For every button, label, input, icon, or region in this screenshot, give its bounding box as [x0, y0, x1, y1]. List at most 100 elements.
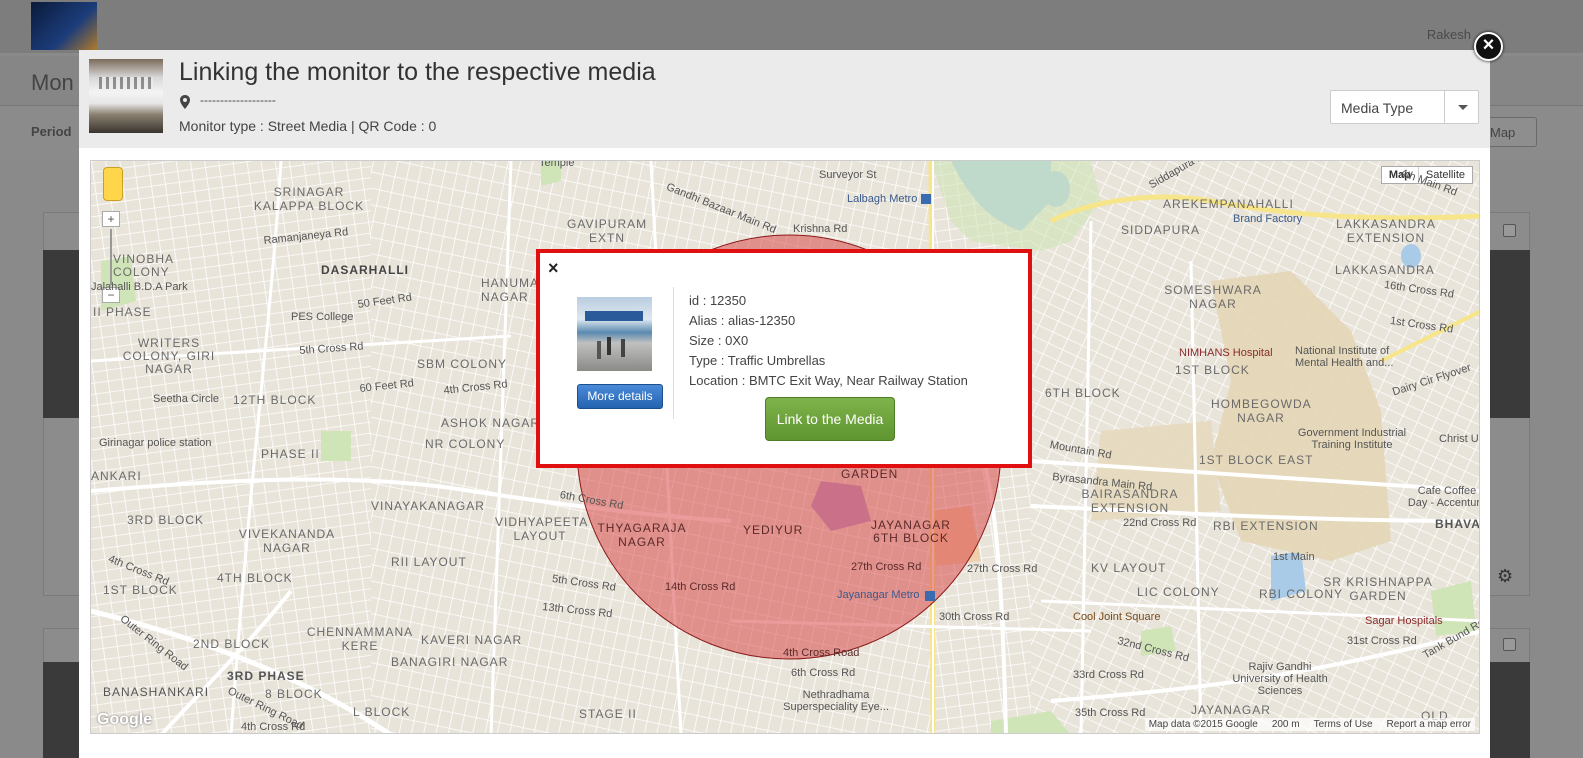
media-type-select[interactable]: Media Type [1330, 90, 1479, 124]
media-type: Type : Traffic Umbrellas [689, 353, 826, 368]
map-area-label: LAKKASANDRA EXTENSION [1336, 217, 1436, 245]
map-area-label: HOMBEGOWDA NAGAR [1211, 397, 1312, 425]
map-road-label: 1st Main [1273, 551, 1315, 563]
page-title: Mon [31, 70, 74, 95]
more-details-button[interactable]: More details [577, 384, 663, 409]
map-poi-label: Girinagar police station [99, 437, 212, 449]
map-area-label: KAVERI NAGAR [421, 633, 523, 647]
link-to-media-button[interactable]: Link to the Media [765, 397, 895, 441]
map-poi-label: Nethradhama Superspeciality Eye... [783, 689, 889, 713]
report-error-link[interactable]: Report a map error [1387, 719, 1471, 730]
map-area-label: SR KRISHNAPPA GARDEN [1323, 575, 1433, 603]
monitor-thumbnail [89, 59, 163, 133]
map-area-label: SOMESHWARA NAGAR [1164, 283, 1262, 311]
map-poi-label: NIMHANS Hospital [1179, 347, 1273, 359]
media-location: Location : BMTC Exit Way, Near Railway S… [689, 373, 968, 388]
map-area-label: 6TH BLOCK [1045, 386, 1121, 400]
map-area-label: 8 BLOCK [265, 687, 323, 701]
map-road-label: Krishna Rd [793, 223, 848, 235]
monitor-type-info: Monitor type : Street Media | QR Code : … [179, 118, 437, 134]
monitor-card-thumbnail [1490, 662, 1530, 758]
map-poi-label: Sagar Hospitals [1365, 615, 1443, 627]
map-area-label: SBM COLONY [417, 357, 508, 371]
map-scale: 200 m [1271, 719, 1300, 730]
map-road-label: 6th Cross Rd [791, 667, 856, 679]
map-area-label: LIC COLONY [1137, 585, 1220, 599]
zoom-slider[interactable] [110, 229, 112, 285]
close-modal-button[interactable]: × [1474, 32, 1503, 61]
app-logo [31, 2, 97, 50]
map-poi-label: PES College [291, 311, 354, 323]
street-view-pegman-icon[interactable] [103, 167, 123, 201]
map-poi-label: Rajiv Gandhi University of Health Scienc… [1232, 661, 1328, 697]
map-area-label: SIDDAPURA [1121, 223, 1201, 237]
map-area-label: GARDEN [841, 467, 899, 481]
map-area-label: RII LAYOUT [391, 555, 467, 569]
map-road-label: 30th Cross Rd [939, 611, 1010, 623]
map-road-label: 27th Cross Rd [967, 563, 1038, 575]
map-road-label: 33rd Cross Rd [1073, 669, 1144, 681]
map-area-label: AREKEMPANAHALLI [1163, 197, 1294, 211]
map-poi-label: Temple [539, 160, 575, 169]
map-poi-label: Jayanagar Metro [837, 589, 920, 601]
map-area-label: CHENNAMMANA KERE [306, 625, 414, 653]
map-area-label: 1ST BLOCK EAST [1199, 453, 1314, 467]
terms-link[interactable]: Terms of Use [1314, 719, 1373, 730]
map-area-label: STAGE II [579, 707, 637, 721]
zoom-in-button[interactable]: + [102, 211, 120, 227]
media-thumbnail [577, 297, 652, 371]
map-area-label: HANUMAN NAGAR [481, 276, 549, 304]
map-area-label: 3RD PHASE [227, 669, 305, 683]
map-area-label: KV LAYOUT [1091, 561, 1167, 575]
map-pin-icon [180, 95, 190, 109]
map-area-label: L BLOCK [353, 705, 411, 719]
map-poi-label: Cool Joint Square [1073, 611, 1161, 623]
map-road-label: 14th Cross Rd [665, 581, 736, 593]
map-area-label: WRITERS COLONY, GIRI NAGAR [122, 336, 216, 376]
media-details: id : 12350 Alias : alias-12350 Size : 0X… [689, 291, 968, 391]
map-area-label: DASARHALLI [321, 263, 409, 277]
map-area-label: II PHASE [93, 305, 152, 319]
map-area-label: 1ST BLOCK [1175, 363, 1250, 377]
map-attribution: Map data ©2015 Google 200 m Terms of Use… [1144, 718, 1475, 731]
media-id: id : 12350 [689, 293, 747, 308]
map-area-label: YEDIYUR [743, 523, 804, 537]
map-road-label: 31st Cross Rd [1347, 635, 1417, 647]
monitor-location: ------------------- [200, 93, 276, 107]
media-type-label: Media Type [1341, 100, 1414, 116]
map-area-label: BHAVANI N [1435, 517, 1480, 531]
map-poi-label: National Institute of Mental Health and.… [1295, 345, 1394, 369]
map-poi-label: Seetha Circle [153, 393, 220, 405]
map-area-label: PHASE II [261, 447, 320, 461]
map-area-label: BANAGIRI NAGAR [391, 655, 509, 669]
map-road-label: 4th Cross Rd [241, 721, 306, 733]
map-poi-label: Jalahalli B.D.A Park [91, 281, 188, 293]
map-area-label: VINAYAKANAGAR [371, 499, 485, 513]
select-divider [1444, 91, 1445, 123]
map-area-label: 2ND BLOCK [193, 637, 271, 651]
map-area-label: THYAGARAJA NAGAR [597, 521, 687, 549]
map-road-label: 27th Cross Rd [851, 561, 922, 573]
map-poi-label: Christ Un [1439, 433, 1479, 445]
monitor-card-thumbnail [1490, 250, 1530, 418]
map-area-label: VINOBHA COLONY [113, 252, 174, 279]
map-road-label: 4th Cross Road [783, 647, 860, 659]
popup-divider [673, 287, 674, 419]
map-area-label: GAVIPURAM EXTN [567, 217, 648, 245]
map-area-label: NR COLONY [425, 437, 506, 451]
media-info-popup: × More details id : 12350 Alias : alias-… [536, 249, 1032, 468]
monitor-card-checkbox [1503, 638, 1516, 651]
map-area-label: 3RD BLOCK [127, 513, 205, 527]
map-road-label: 22nd Cross Rd [1123, 517, 1197, 529]
map-area-label: LAKKASANDRA [1335, 263, 1435, 277]
close-icon[interactable]: × [548, 258, 559, 279]
map-area-label: VIVEKANANDA NAGAR [238, 527, 336, 555]
media-size: Size : 0X0 [689, 333, 749, 348]
chevron-down-icon [1458, 105, 1468, 110]
map-area-label: JAYANAGAR 6TH BLOCK [871, 518, 951, 545]
modal-title: Linking the monitor to the respective me… [179, 58, 656, 86]
gear-icon: ⚙ [1497, 566, 1514, 586]
user-name: Rakesh [1426, 27, 1471, 42]
app-topbar [0, 0, 1583, 53]
map-area-label: SRINAGAR KALAPPA BLOCK [253, 185, 365, 213]
